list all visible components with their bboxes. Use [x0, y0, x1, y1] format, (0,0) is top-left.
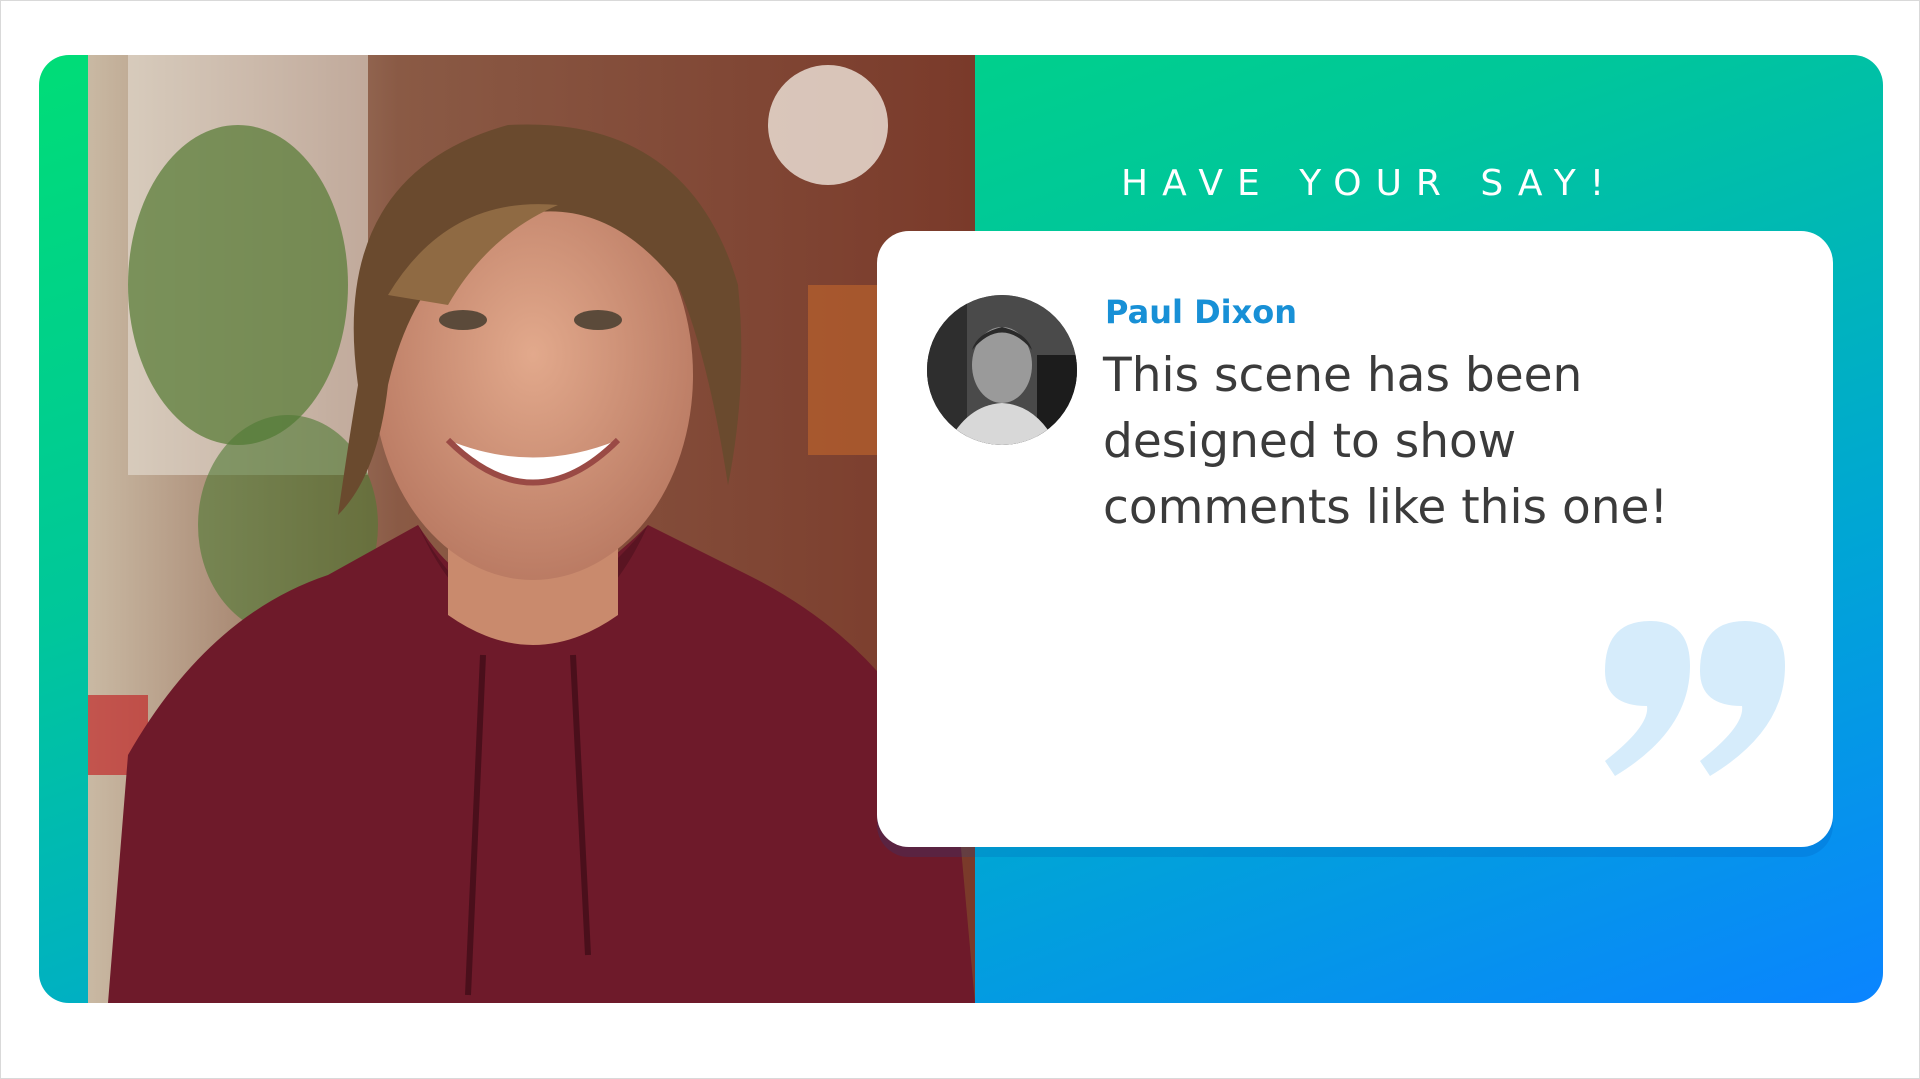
comment-text: This scene has been designed to show com… — [1103, 348, 1669, 535]
camera-video-feed — [88, 55, 975, 1003]
have-your-say-heading: HAVE YOUR SAY! — [1121, 163, 1619, 204]
comment-card: Paul Dixon This scene has been designed … — [877, 231, 1833, 847]
user-avatar-photo — [927, 295, 1077, 445]
comment-author: Paul Dixon — [1105, 293, 1298, 331]
presenter-video-image — [88, 55, 975, 1003]
scene-stage: HAVE YOUR SAY! Paul Dixon This scene has… — [39, 55, 1883, 1003]
canvas-frame: HAVE YOUR SAY! Paul Dixon This scene has… — [0, 0, 1920, 1079]
closing-quote-icon — [1595, 611, 1795, 781]
avatar — [927, 295, 1077, 445]
